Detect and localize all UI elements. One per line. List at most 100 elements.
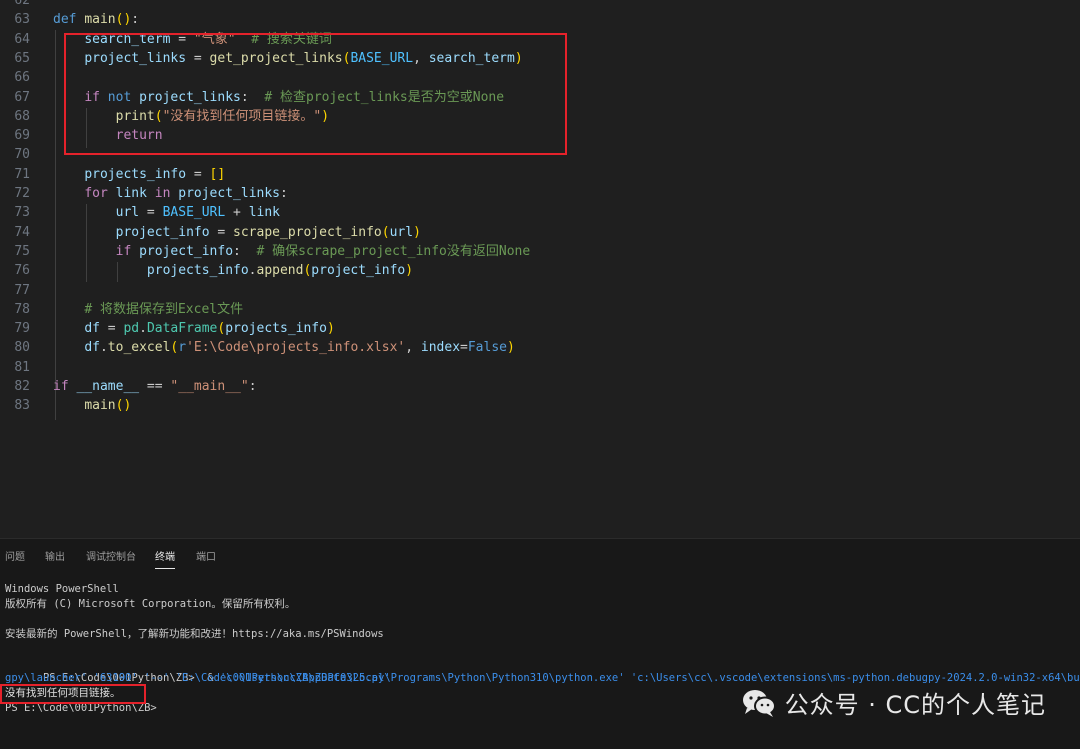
code-token: , [405, 340, 421, 356]
code-token: # 将数据保存到Excel文件 [84, 301, 244, 317]
code-token: main [84, 12, 116, 28]
code-token: . [248, 263, 257, 279]
watermark: 公众号 · CC的个人笔记 [741, 685, 1046, 720]
line-number: 70 [14, 147, 30, 163]
output-highlight-box [0, 684, 146, 704]
code-line: 72 for link in project_links: [0, 184, 1080, 203]
line-number: 80 [14, 340, 30, 356]
code-text: main() [53, 396, 131, 415]
code-token: scrape_project_info [233, 224, 382, 240]
code-token: if [53, 379, 77, 394]
code-token: if [115, 243, 140, 259]
line-number: 65 [14, 50, 30, 66]
code-token: url [389, 224, 414, 240]
code-token: __name__ [76, 379, 140, 394]
code-token: pd [123, 321, 140, 337]
line-number: 62 [14, 0, 30, 8]
line-number: 66 [14, 70, 30, 86]
line-number: 63 [14, 12, 30, 28]
code-text: if __name__ == "__main__": [53, 377, 257, 396]
code-line: 79 df = pd.DataFrame(projects_info) [0, 319, 1080, 338]
code-token: projects_info [225, 321, 327, 337]
terminal-command-wrap: gpy\launcher' '63190' '--' 'E:\Code\001P… [5, 672, 391, 684]
code-token: DataFrame [146, 321, 218, 337]
line-number: 64 [14, 31, 30, 47]
code-token: . [99, 340, 108, 356]
tab-terminal[interactable]: 终端 [155, 548, 175, 569]
code-text: url = BASE_URL + link [53, 203, 280, 222]
terminal-line: Windows PowerShell [5, 583, 119, 595]
code-token: = [99, 321, 124, 337]
code-token: ) [326, 321, 335, 337]
tab-problems[interactable]: 问题 [5, 548, 25, 563]
code-line: 81 [0, 358, 1080, 377]
terminal-line: 安装最新的 PowerShell，了解新功能和改进！https://aka.ms… [5, 628, 384, 640]
panel-tabs: 问题 输出 调试控制台 终端 端口 [0, 539, 1080, 569]
code-editor[interactable]: 62 63 def main(): 64 search_term = "气象" # 搜… [0, 0, 1080, 538]
code-token: to_excel [107, 340, 171, 356]
code-highlight-box [64, 33, 567, 155]
line-number: 67 [14, 89, 30, 105]
code-token: r [178, 340, 187, 356]
code-line: 71 projects_info = [] [0, 165, 1080, 184]
code-token: project_info [139, 243, 234, 259]
code-token: main [84, 398, 116, 414]
code-line: 82 if __name__ == "__main__": [0, 377, 1080, 396]
tab-ports[interactable]: 端口 [196, 548, 216, 563]
code-token: 'E:\Code\projects_info.xlsx' [186, 340, 406, 356]
code-line: 63 def main(): [0, 10, 1080, 29]
code-line: 77 [0, 281, 1080, 300]
code-text: def main(): [53, 10, 139, 29]
code-token: index [420, 340, 461, 356]
code-text: for link in project_links: [53, 184, 288, 203]
code-token: # 确保scrape_project_info没有返回None [256, 243, 531, 259]
code-token: project_info [115, 224, 210, 240]
code-line: 74 project_info = scrape_project_info(ur… [0, 223, 1080, 242]
code-token: projects_info [84, 166, 187, 182]
line-number: 68 [14, 108, 30, 124]
code-text: df.to_excel(r'E:\Code\projects_info.xlsx… [53, 338, 515, 357]
code-token: False [467, 340, 507, 356]
code-token: append [256, 263, 304, 279]
bottom-panel: 问题 输出 调试控制台 终端 端口 Windows PowerShell 版权所… [0, 538, 1080, 749]
code-token: ( [381, 224, 390, 240]
code-token: + [225, 205, 249, 221]
code-token: BASE_URL [162, 205, 226, 221]
code-token: link [248, 205, 281, 221]
code-token: = [186, 166, 210, 182]
line-number: 81 [14, 359, 30, 375]
code-token: project_info [311, 263, 406, 279]
line-number: 78 [14, 301, 30, 317]
code-token: df [84, 340, 100, 356]
watermark-text: 公众号 · CC的个人笔记 [784, 691, 1046, 719]
line-number: 75 [14, 243, 30, 259]
code-text: if project_info: # 确保scrape_project_info… [53, 242, 531, 261]
code-token: : [280, 186, 288, 201]
line-number: 69 [14, 128, 30, 144]
code-token: url [115, 205, 140, 221]
code-token: ) [405, 263, 414, 279]
code-token: link [115, 186, 147, 201]
code-token: () [115, 398, 132, 414]
code-line: 75 if project_info: # 确保scrape_project_i… [0, 242, 1080, 261]
code-token: df [84, 321, 100, 337]
line-number: 73 [14, 205, 30, 221]
code-token: = [460, 340, 468, 356]
code-token: == [139, 379, 171, 394]
code-text: projects_info.append(project_info) [53, 261, 413, 280]
tab-debug-console[interactable]: 调试控制台 [86, 548, 136, 563]
code-token: = [209, 224, 234, 240]
line-number: 72 [14, 186, 30, 201]
tab-output[interactable]: 输出 [45, 548, 65, 563]
code-token: : [233, 243, 257, 259]
code-token: ) [507, 340, 515, 356]
line-number: 71 [14, 166, 30, 182]
code-token: project_links [178, 186, 280, 201]
code-text: projects_info = [] [53, 165, 225, 184]
code-text: project_info = scrape_project_info(url) [53, 223, 421, 242]
